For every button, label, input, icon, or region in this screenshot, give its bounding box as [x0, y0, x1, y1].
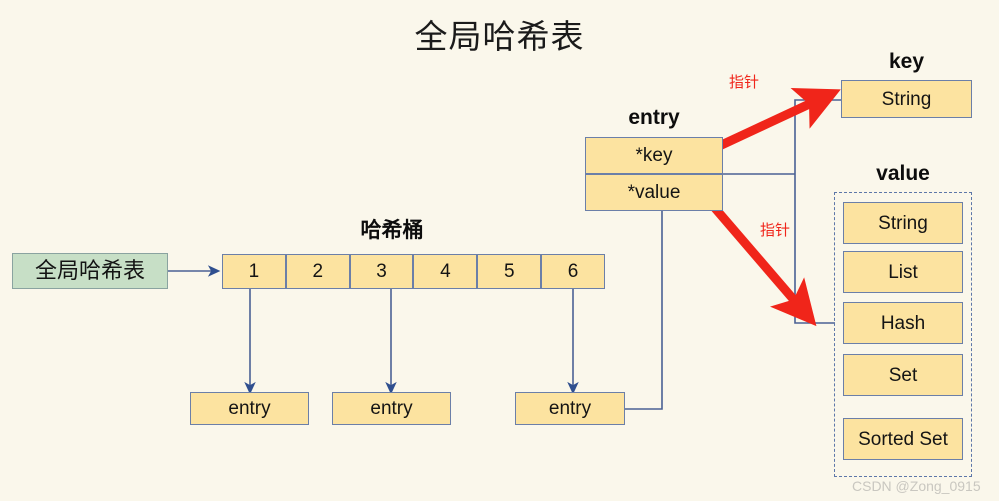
bucket-cell[interactable]: 5 [477, 254, 542, 289]
entry-box[interactable]: entry [190, 392, 309, 425]
bucket-cell[interactable]: 4 [413, 254, 478, 289]
key-type-box[interactable]: String [841, 80, 972, 118]
entry-box[interactable]: entry [332, 392, 451, 425]
bucket-cell[interactable]: 3 [349, 254, 414, 289]
bucket-cell[interactable]: 2 [285, 254, 350, 289]
bucket-label: 哈希桶 [360, 219, 424, 242]
hash-bucket-array: 1 2 3 4 5 6 [222, 254, 605, 289]
value-type-box[interactable]: List [843, 251, 963, 293]
value-type-box[interactable]: String [843, 202, 963, 244]
entry-field-value[interactable]: *value [585, 174, 723, 211]
watermark: CSDN @Zong_0915 [852, 478, 981, 494]
global-hash-table-box[interactable]: 全局哈希表 [12, 253, 168, 289]
diagram-canvas: 全局哈希表 全局哈希表 哈希桶 1 2 3 4 5 6 entry entry … [0, 0, 999, 501]
entry-struct-label: entry [628, 106, 680, 129]
value-type-box[interactable]: Sorted Set [843, 418, 963, 460]
entry-field-key[interactable]: *key [585, 137, 723, 174]
value-section-label: value [876, 162, 930, 185]
bucket-cell[interactable]: 6 [541, 254, 605, 289]
entry-box[interactable]: entry [515, 392, 625, 425]
value-type-box[interactable]: Hash [843, 302, 963, 344]
global-hash-table-label: 全局哈希表 [34, 258, 145, 283]
key-section-label: key [888, 50, 925, 73]
bucket-cell[interactable]: 1 [222, 254, 286, 289]
pointer-label-value: 指针 [760, 222, 791, 239]
pointer-label-key: 指针 [729, 74, 760, 91]
value-type-box[interactable]: Set [843, 354, 963, 396]
